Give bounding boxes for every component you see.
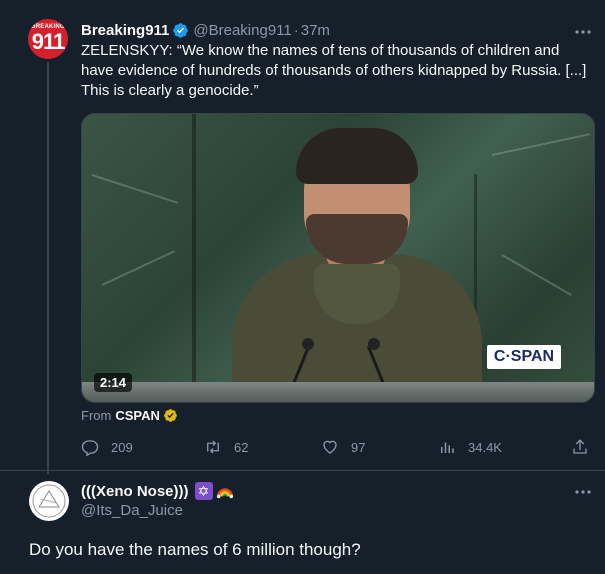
retweet-button[interactable]: 62: [204, 436, 248, 458]
avatar[interactable]: BREAKING 911: [28, 19, 68, 59]
from-source-link[interactable]: CSPAN: [115, 408, 160, 423]
reply-text: Do you have the names of 6 million thoug…: [29, 540, 361, 559]
from-label: From: [81, 408, 112, 423]
like-button[interactable]: 97: [321, 436, 365, 458]
share-button[interactable]: [571, 436, 589, 458]
tweet-text: ZELENSKYY: “We know the names of tens of…: [81, 42, 587, 99]
gold-verified-icon: [163, 409, 177, 422]
microphone-head: [368, 338, 380, 350]
view-count: 34.4K: [468, 439, 502, 455]
marble-vein: [501, 254, 572, 296]
tweet[interactable]: BREAKING 911 Breaking911 @Breaking911 · …: [0, 0, 605, 474]
video-player[interactable]: C·SPAN 2:14: [81, 113, 595, 403]
cspan-watermark: C·SPAN: [487, 345, 561, 369]
avatar[interactable]: [29, 481, 69, 521]
avatar-drawing: [32, 484, 66, 518]
author-handle[interactable]: @Breaking911: [193, 22, 291, 39]
reply-button[interactable]: 209: [81, 436, 133, 458]
person-hair: [296, 128, 418, 184]
reply-count: 209: [111, 439, 133, 455]
podium: [82, 382, 594, 402]
reply-icon: [81, 440, 99, 456]
more-icon[interactable]: [573, 22, 593, 42]
rainbow-icon: [216, 488, 233, 499]
author-name[interactable]: Breaking911: [81, 22, 169, 39]
avatar-text-big: 911: [31, 29, 66, 54]
like-count: 97: [351, 439, 366, 455]
retweet-icon: [207, 440, 219, 454]
views-button[interactable]: 34.4K: [438, 436, 502, 458]
star-of-david-icon: ✡: [194, 482, 213, 500]
background-panel: [192, 114, 196, 402]
retweet-count: 62: [234, 439, 249, 455]
video-duration: 2:14: [94, 373, 133, 392]
marble-vein: [491, 133, 591, 156]
microphone-head: [302, 338, 314, 350]
reply-author-handle[interactable]: @Its_Da_Juice: [81, 502, 183, 519]
timestamp[interactable]: 37m: [301, 22, 330, 39]
tweet-header: Breaking911 @Breaking911 · 37m: [81, 20, 330, 40]
action-bar: 209 62 97 34.4K: [81, 436, 595, 458]
reply-header: (((Xeno Nose))) ✡: [81, 482, 234, 500]
heart-icon: [323, 440, 337, 454]
marble-vein: [101, 250, 175, 286]
media-source: From CSPAN: [81, 408, 178, 423]
separator: ·: [293, 21, 299, 39]
analytics-icon: [441, 442, 454, 453]
thread-line: [47, 62, 49, 474]
share-icon: [573, 439, 587, 454]
reply-tweet[interactable]: (((Xeno Nose))) ✡ @Its_Da_Juice Do you h…: [0, 471, 605, 574]
more-icon[interactable]: [573, 482, 593, 502]
verified-icon: [173, 22, 189, 38]
marble-vein: [91, 174, 178, 204]
reply-author-name[interactable]: (((Xeno Nose))): [81, 483, 189, 500]
